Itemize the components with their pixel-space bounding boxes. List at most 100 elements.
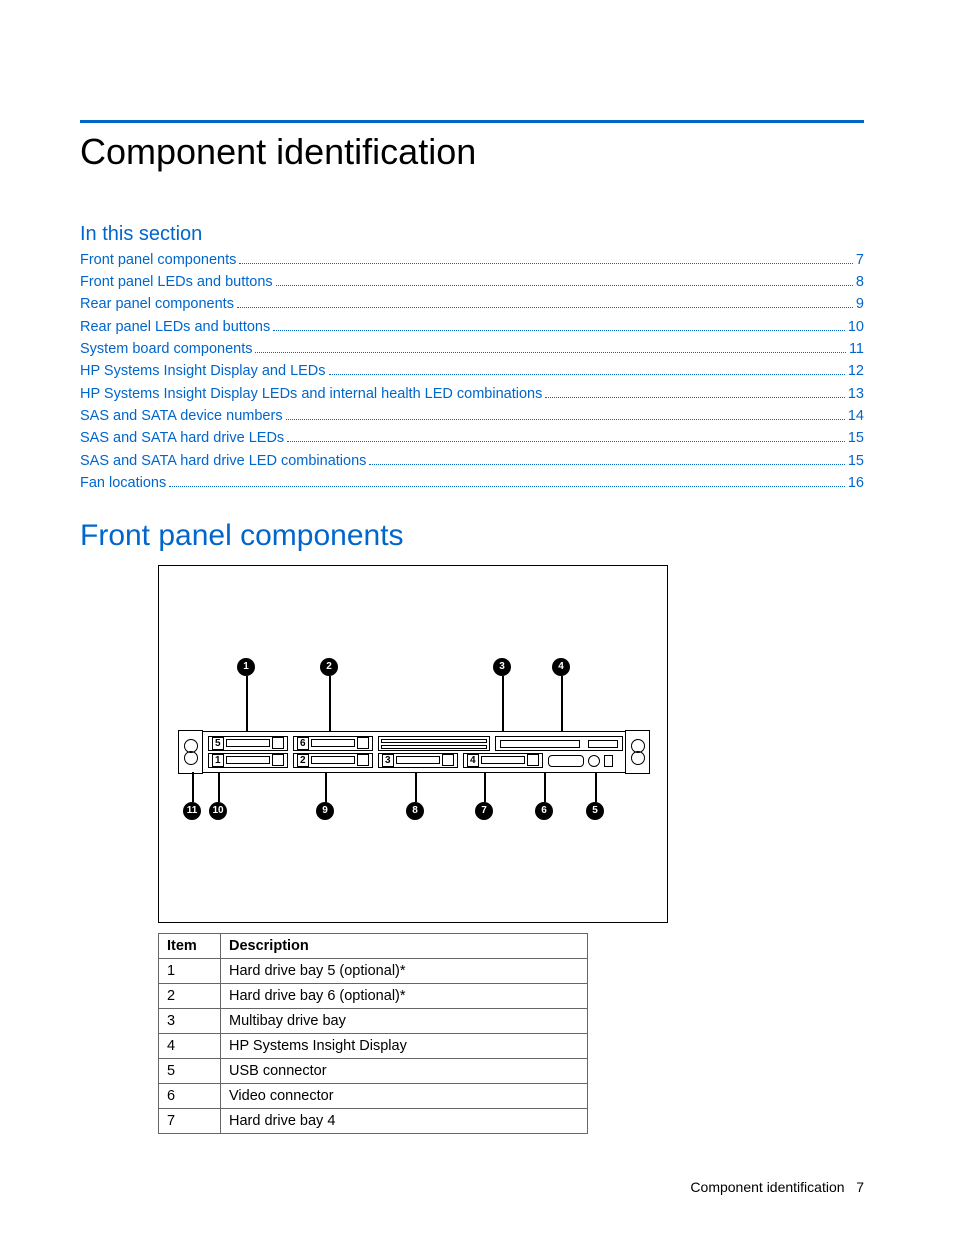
toc-label: Front panel LEDs and buttons — [80, 273, 273, 292]
toc-row[interactable]: HP Systems Insight Display LEDs and inte… — [80, 382, 864, 403]
table-row: 1Hard drive bay 5 (optional)* — [159, 958, 588, 983]
toc-label: SAS and SATA hard drive LED combinations — [80, 452, 366, 471]
drive-bay-2: 2 — [293, 753, 373, 768]
callout-2: 2 — [320, 658, 338, 676]
table-row: 6Video connector — [159, 1083, 588, 1108]
drive-bay-4: 4 — [463, 753, 543, 768]
toc-page: 9 — [856, 295, 864, 314]
lead-line — [325, 772, 327, 802]
toc-page: 10 — [848, 318, 864, 337]
toc-leader — [169, 471, 845, 487]
toc: Front panel components 7Front panel LEDs… — [80, 248, 864, 493]
cell-desc: Hard drive bay 4 — [221, 1108, 588, 1133]
sid-panel-icon — [500, 740, 580, 748]
cell-item: 1 — [159, 958, 221, 983]
toc-row[interactable]: Front panel LEDs and buttons 8 — [80, 270, 864, 291]
bay-slot-icon — [396, 756, 440, 764]
callout-3: 3 — [493, 658, 511, 676]
lead-line — [595, 772, 597, 802]
page-footer: Component identification 7 — [690, 1179, 864, 1195]
toc-label: SAS and SATA hard drive LEDs — [80, 429, 284, 448]
cell-item: 6 — [159, 1083, 221, 1108]
callout-10: 10 — [209, 802, 227, 820]
bay-number: 3 — [382, 754, 394, 767]
port-icon — [588, 755, 600, 767]
toc-row[interactable]: HP Systems Insight Display and LEDs 12 — [80, 360, 864, 381]
bay-leds-icon — [357, 737, 369, 749]
callout-6: 6 — [535, 802, 553, 820]
bay-slot-icon — [481, 756, 525, 764]
toc-label: System board components — [80, 340, 252, 359]
toc-page: 15 — [848, 452, 864, 471]
cell-desc: Video connector — [221, 1083, 588, 1108]
front-panel-figure: 1 2 3 4 5 1 — [158, 565, 668, 923]
lead-line — [192, 772, 194, 802]
lead-line — [246, 676, 248, 736]
table-row: 5USB connector — [159, 1058, 588, 1083]
callout-1: 1 — [237, 658, 255, 676]
rack-ear-left-icon — [178, 730, 203, 774]
toc-leader — [545, 382, 845, 398]
toc-leader — [239, 248, 853, 264]
callout-11: 11 — [183, 802, 201, 820]
footer-page: 7 — [856, 1179, 864, 1195]
drive-bay-3: 3 — [378, 753, 458, 768]
lead-line — [561, 676, 563, 736]
bay-leds-icon — [272, 754, 284, 766]
lead-line — [329, 676, 331, 736]
cell-desc: Hard drive bay 6 (optional)* — [221, 983, 588, 1008]
th-desc: Description — [221, 933, 588, 958]
table-row: 4HP Systems Insight Display — [159, 1033, 588, 1058]
cell-desc: Multibay drive bay — [221, 1008, 588, 1033]
toc-page: 7 — [856, 251, 864, 270]
bay-leds-icon — [272, 737, 284, 749]
table-row: 7Hard drive bay 4 — [159, 1108, 588, 1133]
toc-row[interactable]: Front panel components 7 — [80, 248, 864, 269]
components-table: Item Description 1Hard drive bay 5 (opti… — [158, 933, 588, 1134]
multibay-strip-icon — [381, 745, 487, 749]
cell-desc: USB connector — [221, 1058, 588, 1083]
lead-line — [544, 772, 546, 802]
bay-number: 4 — [467, 754, 479, 767]
toc-row[interactable]: Rear panel LEDs and buttons 10 — [80, 315, 864, 336]
lead-line — [502, 676, 504, 736]
toc-label: Fan locations — [80, 474, 166, 493]
section-heading: Front panel components — [80, 519, 864, 553]
sid-buttons-icon — [588, 740, 618, 748]
toc-label: SAS and SATA device numbers — [80, 407, 283, 426]
toc-row[interactable]: System board components 11 — [80, 337, 864, 358]
cell-item: 4 — [159, 1033, 221, 1058]
cell-item: 2 — [159, 983, 221, 1008]
cell-item: 7 — [159, 1108, 221, 1133]
toc-leader — [286, 404, 845, 420]
cell-item: 5 — [159, 1058, 221, 1083]
toc-row[interactable]: Rear panel components 9 — [80, 293, 864, 314]
toc-leader — [255, 337, 845, 353]
drive-bay-1: 1 — [208, 753, 288, 768]
bay-slot-icon — [226, 739, 270, 747]
toc-label: HP Systems Insight Display and LEDs — [80, 362, 326, 381]
toc-row[interactable]: SAS and SATA hard drive LEDs 15 — [80, 427, 864, 448]
toc-label: Front panel components — [80, 251, 236, 270]
bay-slot-icon — [226, 756, 270, 764]
toc-row[interactable]: SAS and SATA device numbers 14 — [80, 404, 864, 425]
table-row: 2Hard drive bay 6 (optional)* — [159, 983, 588, 1008]
multibay-strip-icon — [381, 739, 487, 743]
toc-row[interactable]: SAS and SATA hard drive LED combinations… — [80, 449, 864, 470]
rack-ear-right-icon — [625, 730, 650, 774]
systems-insight-display — [495, 736, 623, 751]
bay-slot-icon — [311, 739, 355, 747]
toc-label: Rear panel components — [80, 295, 234, 314]
toc-heading: In this section — [80, 223, 864, 246]
cell-desc: Hard drive bay 5 (optional)* — [221, 958, 588, 983]
multibay-drive-bay — [378, 736, 490, 751]
toc-leader — [329, 360, 845, 376]
lead-line — [218, 772, 220, 802]
drive-bay-5: 5 — [208, 736, 288, 751]
toc-page: 8 — [856, 273, 864, 292]
bay-number: 6 — [297, 737, 309, 750]
toc-label: Rear panel LEDs and buttons — [80, 318, 270, 337]
toc-leader — [273, 315, 845, 331]
toc-row[interactable]: Fan locations 16 — [80, 471, 864, 492]
bay-slot-icon — [311, 756, 355, 764]
